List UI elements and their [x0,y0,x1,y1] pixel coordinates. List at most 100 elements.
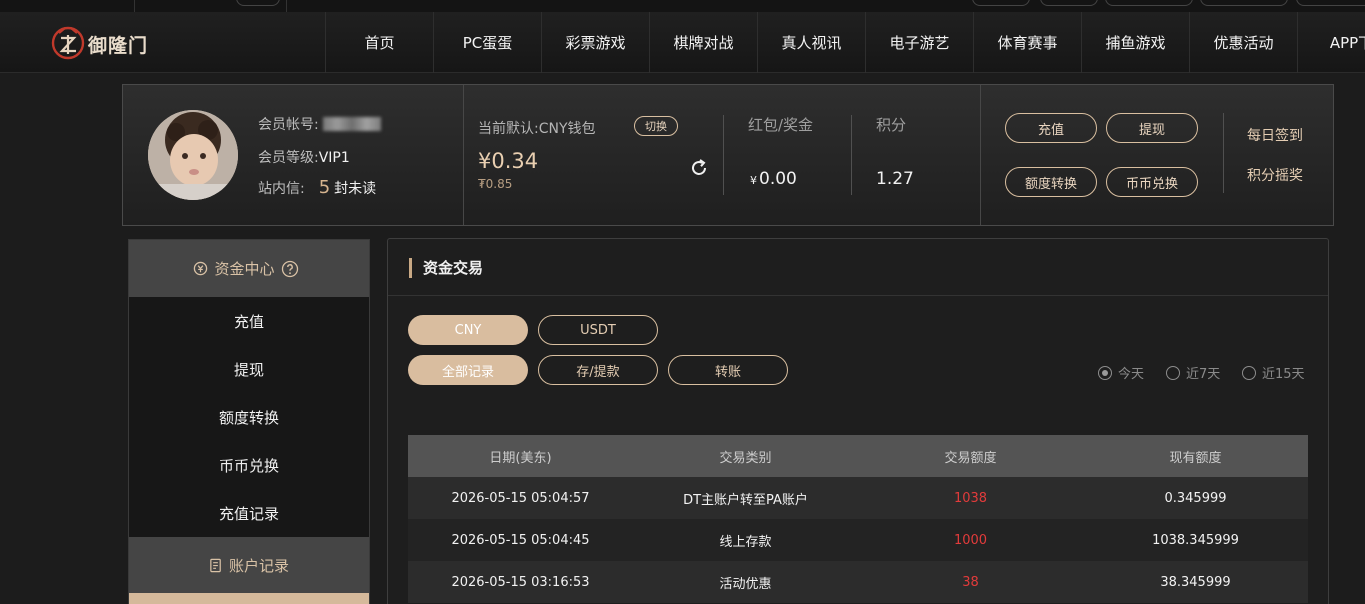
nav-item-lottery[interactable]: 彩票游戏 [541,12,649,73]
nav-item-fishing[interactable]: 捕鱼游戏 [1081,12,1189,73]
cell-date: 2026-05-15 05:04:57 [451,490,590,506]
nav-item-sports[interactable]: 体育赛事 [973,12,1081,73]
avatar[interactable] [148,110,238,200]
account-row: 会员帐号: [258,114,382,134]
table-row: 2026-05-15 05:04:57 DT主账户转至PA账户 1038 0.3… [408,477,1308,519]
transfer-button[interactable]: 额度转换 [1005,167,1097,197]
profile-panel: 会员帐号: 会员等级:VIP1 站内信: 5 封未读 当前默认:CNY钱包 切换 ¥… [122,84,1334,226]
sidebar-item-active[interactable] [129,593,369,604]
brand-name: 御隆门 [88,35,149,57]
range-7-days-label: 近7天 [1186,367,1221,382]
cell-amount: 1000 [953,532,988,548]
nav-item-home[interactable]: 首页 [325,12,433,73]
top-bar-button[interactable] [1040,0,1098,6]
messages-label: 站内信: [258,181,305,197]
header-type: 交易类别 [719,450,772,466]
switch-wallet-button[interactable]: 切换 [634,116,678,136]
cell-amount: 1038 [953,490,988,506]
tab-cny[interactable]: CNY [408,315,528,345]
nav-item-live[interactable]: 真人视讯 [757,12,865,73]
exchange-button[interactable]: 币币兑换 [1106,167,1198,197]
sidebar: 资金中心 充值 提现 额度转换 币币兑换 充值记录 账户记录 [128,239,370,604]
range-7-days[interactable]: 近7天 [1166,363,1220,382]
tab-transfer[interactable]: 转账 [668,355,788,385]
points-value: 1.27 [876,169,914,189]
daily-signin-link[interactable]: 每日签到 [1247,125,1303,145]
unread-count[interactable]: 5 [319,177,330,198]
header-amount: 交易额度 [944,450,997,466]
cell-amount: 38 [962,574,979,590]
top-bar-button[interactable] [1105,0,1193,6]
nav-item-pc-egg[interactable]: PC蛋蛋 [433,12,541,73]
tab-all-records[interactable]: 全部记录 [408,355,528,385]
coin-icon [194,261,208,276]
range-today[interactable]: 今天 [1098,363,1144,382]
cell-balance: 38.345999 [1160,574,1231,590]
top-bar-button[interactable] [972,0,1030,6]
sidebar-item-deposit[interactable]: 充值 [129,297,369,345]
sidebar-section-account-records[interactable]: 账户记录 [129,537,369,593]
cell-type: DT主账户转至PA账户 [683,492,808,508]
table-row: 2026-05-15 03:16:53 活动优惠 38 38.345999 [408,561,1308,603]
top-bar-button[interactable] [236,0,280,6]
divider [980,85,981,225]
fund-transactions-panel: 资金交易 CNY USDT 全部记录 存/提款 转账 今天 近7天 近15天 日… [387,238,1329,604]
sidebar-section-fund-center[interactable]: 资金中心 [129,240,369,297]
divider [388,295,1328,296]
sidebar-item-exchange[interactable]: 币币兑换 [129,441,369,489]
cell-type: 活动优惠 [719,576,772,592]
withdraw-button[interactable]: 提现 [1106,113,1198,143]
cell-date: 2026-05-15 03:16:53 [451,574,590,590]
account-masked-value [323,117,382,131]
account-label: 会员帐号: [258,117,319,133]
top-bar-divider [286,0,287,12]
radio-icon [1242,365,1256,380]
range-15-days-label: 近15天 [1262,367,1305,382]
tab-deposit-withdraw[interactable]: 存/提款 [538,355,658,385]
main-nav: 御隆门 首页 PC蛋蛋 彩票游戏 棋牌对战 真人视讯 电子游艺 体育赛事 捕鱼游… [0,12,1365,73]
divider [851,115,852,195]
top-bar-divider [134,0,135,12]
table-row: 2026-05-15 05:04:45 线上存款 1000 1038.34599… [408,519,1308,561]
help-icon[interactable] [281,260,299,278]
level-value: VIP1 [318,150,350,166]
cell-date: 2026-05-15 05:04:45 [451,532,590,548]
points-label: 积分 [876,116,907,134]
cell-balance: 0.345999 [1164,490,1227,506]
brand-logo[interactable]: 御隆门 [50,22,160,64]
refresh-icon[interactable] [689,158,709,178]
level-label: 会员等级: [258,150,319,166]
divider [1223,113,1224,193]
sidebar-item-withdraw[interactable]: 提现 [129,345,369,393]
transactions-table: 日期(美东) 交易类别 交易额度 现有额度 2026-05-15 05:04:5… [408,435,1308,603]
logo-emblem-icon [51,26,85,60]
bonus-currency: ¥ [750,174,757,187]
bonus-label: 红包/奖金 [748,116,814,134]
nav-item-app[interactable]: APP下 [1297,12,1365,73]
range-today-label: 今天 [1118,367,1145,382]
range-15-days[interactable]: 近15天 [1242,363,1305,382]
nav-item-slots[interactable]: 电子游艺 [865,12,973,73]
wallet-balance-usdt: ₮0.85 [478,177,513,191]
nav-item-chess[interactable]: 棋牌对战 [649,12,757,73]
panel-title: 资金交易 [409,258,483,278]
table-header: 日期(美东) 交易类别 交易额度 现有额度 [408,435,1308,477]
messages-row[interactable]: 站内信: 5 封未读 [258,177,376,198]
deposit-button[interactable]: 充值 [1005,113,1097,143]
tab-usdt[interactable]: USDT [538,315,658,345]
sidebar-item-deposit-records[interactable]: 充值记录 [129,489,369,537]
nav-item-promotions[interactable]: 优惠活动 [1189,12,1297,73]
top-bar-button[interactable] [1200,0,1288,6]
divider [723,115,724,195]
unread-suffix: 封未读 [334,181,377,197]
sidebar-item-transfer[interactable]: 额度转换 [129,393,369,441]
level-row: 会员等级:VIP1 [258,147,350,167]
points-lottery-link[interactable]: 积分摇奖 [1247,165,1303,185]
bonus-value: ¥0.00 [750,169,797,189]
bonus-amount: 0.00 [759,169,797,189]
cell-balance: 1038.345999 [1152,532,1239,548]
avatar-image [148,110,238,200]
wallet-balance: ¥0.34 [478,149,539,173]
top-bar [0,0,1365,12]
top-bar-button[interactable] [1296,0,1365,6]
